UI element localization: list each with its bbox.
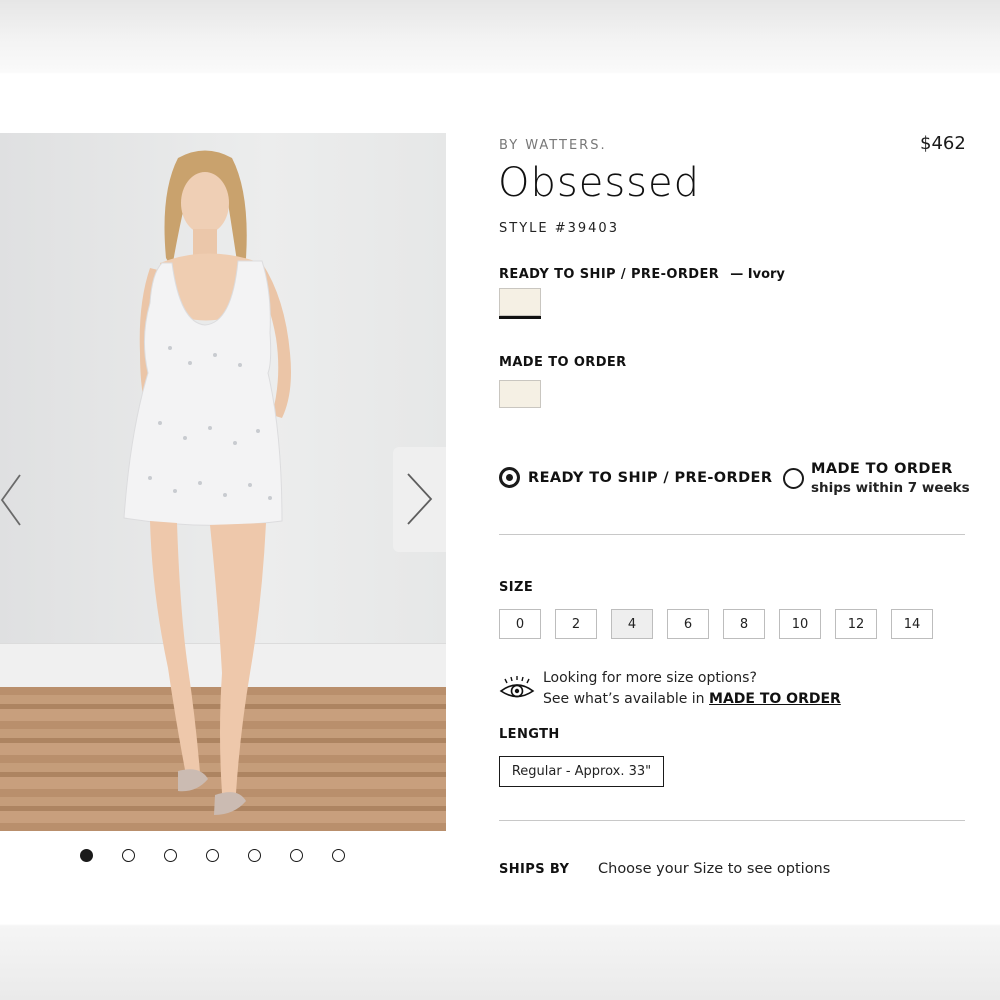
gallery-pagination bbox=[80, 849, 345, 862]
ships-by-label: SHIPS BY bbox=[499, 862, 570, 877]
size-option[interactable]: 10 bbox=[779, 609, 821, 639]
made-to-order-heading: MADE TO ORDER bbox=[499, 355, 627, 370]
size-option-selected[interactable]: 4 bbox=[611, 609, 653, 639]
model-illustration bbox=[123, 150, 291, 815]
more-size-options: Looking for more size options? See what’… bbox=[543, 668, 841, 710]
size-option[interactable]: 8 bbox=[723, 609, 765, 639]
previous-image-button[interactable] bbox=[0, 470, 22, 530]
radio-unselected-icon[interactable] bbox=[783, 468, 804, 489]
divider bbox=[499, 534, 965, 535]
product-image bbox=[0, 133, 446, 831]
brand-name[interactable]: BY WATTERS. bbox=[499, 138, 607, 153]
radio-ready-to-ship-label: READY TO SHIP / PRE-ORDER bbox=[528, 469, 773, 486]
more-size-line2: See what’s available in MADE TO ORDER bbox=[543, 689, 841, 710]
ready-to-ship-label: READY TO SHIP / PRE-ORDER bbox=[499, 267, 720, 282]
size-heading: SIZE bbox=[499, 580, 534, 595]
length-option-selected[interactable]: Regular - Approx. 33" bbox=[499, 756, 664, 787]
selected-swatch-indicator bbox=[499, 316, 541, 319]
color-name: — Ivory bbox=[730, 267, 785, 282]
size-options: 0 2 4 6 8 10 12 14 bbox=[499, 609, 933, 639]
chevron-left-icon bbox=[0, 474, 21, 526]
chevron-right-icon bbox=[407, 473, 433, 525]
gallery-dot[interactable] bbox=[164, 849, 177, 862]
radio-made-to-order-label: MADE TO ORDER bbox=[811, 461, 953, 477]
size-option[interactable]: 0 bbox=[499, 609, 541, 639]
radio-made-to-order-sub: ships within 7 weeks bbox=[811, 480, 970, 496]
size-option[interactable]: 6 bbox=[667, 609, 709, 639]
gallery-dot[interactable] bbox=[248, 849, 261, 862]
gallery-dot[interactable] bbox=[290, 849, 303, 862]
ready-to-ship-heading: READY TO SHIP / PRE-ORDER — Ivory bbox=[499, 263, 785, 282]
gallery-dot[interactable] bbox=[80, 849, 93, 862]
ivory-swatch-ready[interactable] bbox=[499, 288, 541, 316]
size-option[interactable]: 12 bbox=[835, 609, 877, 639]
next-image-button[interactable] bbox=[393, 447, 446, 552]
size-option[interactable]: 2 bbox=[555, 609, 597, 639]
gallery-dot[interactable] bbox=[122, 849, 135, 862]
more-size-prefix: See what’s available in bbox=[543, 691, 705, 707]
product-price: $462 bbox=[920, 133, 966, 154]
gallery-dot[interactable] bbox=[332, 849, 345, 862]
gallery-dot[interactable] bbox=[206, 849, 219, 862]
length-heading: LENGTH bbox=[499, 727, 560, 742]
ships-by-value: Choose your Size to see options bbox=[598, 861, 831, 877]
product-title: Obsessed bbox=[498, 160, 701, 206]
made-to-order-link[interactable]: MADE TO ORDER bbox=[709, 691, 841, 707]
size-option[interactable]: 14 bbox=[891, 609, 933, 639]
eye-icon bbox=[499, 676, 535, 698]
ivory-swatch-made-to-order[interactable] bbox=[499, 380, 541, 408]
radio-selected-icon[interactable] bbox=[499, 467, 520, 488]
radio-ready-to-ship[interactable]: READY TO SHIP / PRE-ORDER bbox=[499, 467, 772, 488]
style-number: STYLE #39403 bbox=[499, 221, 619, 236]
divider bbox=[499, 820, 965, 821]
more-size-question: Looking for more size options? bbox=[543, 670, 757, 686]
